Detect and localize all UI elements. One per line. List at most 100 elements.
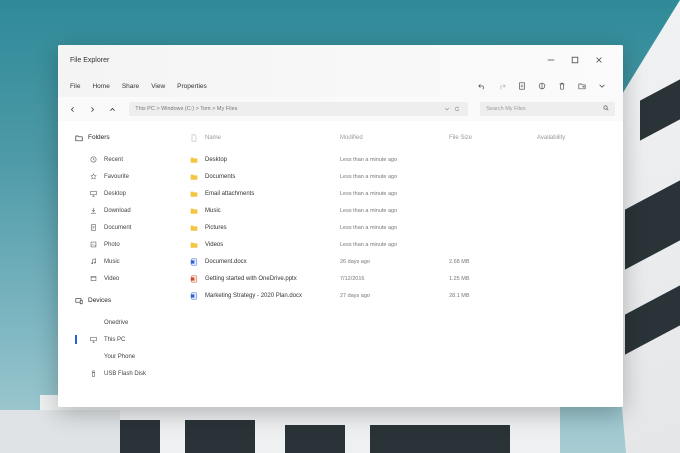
table-row[interactable]: Getting started with OneDrive.pptx 7/12/2…	[186, 270, 613, 287]
sidebar-item-download[interactable]: Download	[58, 202, 186, 219]
file-name: Document.docx	[205, 258, 247, 265]
sidebar-item-label: Photo	[104, 241, 120, 248]
menu-home[interactable]: Home	[92, 83, 109, 90]
file-list-header: Name Modified File Size Availability	[186, 129, 613, 146]
star-icon	[90, 173, 97, 180]
undo-icon[interactable]	[477, 81, 487, 91]
sidebar-item-onedrive[interactable]: Onedrive	[58, 314, 186, 331]
sidebar-item-video[interactable]: Video	[58, 270, 186, 287]
search-icon[interactable]	[603, 105, 609, 113]
back-arrow-icon[interactable]	[66, 102, 80, 116]
sidebar-item-usb-flash-disk[interactable]: USB Flash Disk	[58, 365, 186, 382]
search-input[interactable]: Search My Files	[480, 102, 615, 116]
word-document-icon	[186, 292, 202, 300]
table-row[interactable]: Marketing Strategy - 2020 Plan.docx 27 da…	[186, 287, 613, 304]
sidebar-heading-devices[interactable]: Devices	[58, 292, 186, 309]
sidebar-item-your-phone[interactable]: Your Phone	[58, 348, 186, 365]
sidebar-item-desktop[interactable]: Desktop	[58, 185, 186, 202]
table-row[interactable]: Email attachments Less than a minute ago	[186, 185, 613, 202]
photo-icon	[90, 241, 97, 248]
file-modified: 26 days ago	[340, 258, 370, 265]
title-bar[interactable]: File Explorer	[58, 45, 623, 75]
folder-move-icon[interactable]	[577, 81, 587, 91]
file-name: Marketing Strategy - 2020 Plan.docx	[205, 292, 303, 299]
sidebar-item-photo[interactable]: Photo	[58, 236, 186, 253]
word-document-icon	[186, 258, 202, 266]
folder-icon	[186, 207, 202, 215]
file-modified: 7/12/2016	[340, 275, 365, 282]
file-name: Email attachments	[205, 190, 255, 197]
sidebar-item-label: USB Flash Disk	[104, 370, 147, 377]
table-row[interactable]: Documents Less than a minute ago	[186, 168, 613, 185]
powerpoint-icon	[186, 275, 202, 283]
folder-icon	[186, 173, 202, 181]
chevron-down-icon[interactable]	[597, 81, 607, 91]
file-modified: Less than a minute ago	[340, 190, 398, 197]
breadcrumb: This PC > Windows (C:) > Tom > My Files	[135, 106, 238, 112]
file-type-header-icon[interactable]	[186, 133, 202, 142]
sidebar-item-label: Document	[104, 224, 132, 231]
column-header-availability[interactable]: Availability	[537, 135, 597, 141]
sidebar-item-label: Your Phone	[104, 353, 136, 360]
clock-icon	[90, 156, 97, 163]
phone-icon	[90, 353, 97, 360]
sidebar-item-label: This PC	[104, 336, 126, 343]
file-size: 2.68 MB	[449, 258, 470, 265]
table-row[interactable]: Document.docx 26 days ago 2.68 MB	[186, 253, 613, 270]
sidebar-item-this-pc[interactable]: This PC	[58, 331, 186, 348]
table-row[interactable]: Music Less than a minute ago	[186, 202, 613, 219]
close-icon[interactable]	[587, 52, 611, 68]
building-background-left	[0, 410, 120, 453]
music-icon	[91, 258, 96, 265]
sidebar-item-recent[interactable]: Recent	[58, 151, 186, 168]
address-bar[interactable]: This PC > Windows (C:) > Tom > My Files	[129, 102, 469, 116]
devices-icon	[75, 297, 83, 304]
delete-icon[interactable]	[557, 81, 567, 91]
sidebar-heading-folders[interactable]: Folders	[58, 129, 186, 146]
file-size: 1.25 MB	[449, 275, 470, 282]
folder-icon	[186, 224, 202, 232]
up-arrow-icon[interactable]	[106, 102, 120, 116]
share-icon[interactable]	[537, 81, 547, 91]
column-header-modified[interactable]: Modified	[340, 135, 449, 141]
table-row[interactable]: Desktop Less than a minute ago	[186, 151, 613, 168]
folder-icon	[75, 135, 83, 141]
file-modified: Less than a minute ago	[340, 224, 398, 231]
column-header-name[interactable]: Name	[202, 135, 340, 141]
sidebar-item-label: Download	[104, 207, 131, 214]
sidebar-heading-label: Folders	[88, 134, 110, 141]
file-modified: 27 days ago	[340, 292, 370, 299]
sidebar: Folders Recent Favourite Desktop Downloa…	[58, 121, 186, 407]
window-title: File Explorer	[70, 56, 110, 64]
menu-bar: File Home Share View Properties	[58, 75, 623, 97]
copy-icon[interactable]	[517, 81, 527, 91]
chevron-down-icon[interactable]	[442, 106, 452, 112]
sidebar-heading-label: Devices	[88, 297, 112, 304]
sidebar-item-music[interactable]: Music	[58, 253, 186, 270]
document-icon	[91, 224, 96, 231]
maximize-icon[interactable]	[563, 52, 587, 68]
file-modified: Less than a minute ago	[340, 241, 398, 248]
menu-view[interactable]: View	[151, 83, 165, 90]
menu-share[interactable]: Share	[122, 83, 139, 90]
file-modified: Less than a minute ago	[340, 207, 398, 214]
redo-icon[interactable]	[497, 81, 507, 91]
table-row[interactable]: Videos Less than a minute ago	[186, 236, 613, 253]
column-header-file-size[interactable]: File Size	[449, 135, 537, 141]
usb-icon	[92, 370, 95, 377]
menu-properties[interactable]: Properties	[177, 83, 207, 90]
sidebar-item-label: Desktop	[104, 190, 127, 197]
menu-file[interactable]: File	[70, 83, 80, 90]
sidebar-item-document[interactable]: Document	[58, 219, 186, 236]
refresh-icon[interactable]	[452, 106, 462, 112]
building-window-band	[285, 425, 345, 453]
sidebar-item-favourite[interactable]: Favourite	[58, 168, 186, 185]
minimize-icon[interactable]	[539, 52, 563, 68]
sidebar-item-label: Onedrive	[104, 319, 129, 326]
table-row[interactable]: Pictures Less than a minute ago	[186, 219, 613, 236]
sidebar-item-label: Recent	[104, 156, 124, 163]
forward-arrow-icon[interactable]	[86, 102, 100, 116]
folder-icon	[186, 190, 202, 198]
file-list: Name Modified File Size Availability Des…	[186, 121, 623, 407]
explorer-content: Folders Recent Favourite Desktop Downloa…	[58, 121, 623, 407]
